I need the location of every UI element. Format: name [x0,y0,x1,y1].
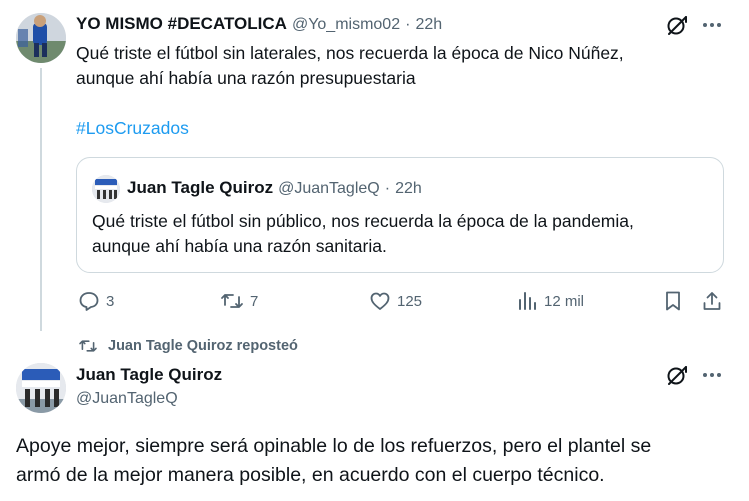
quote-author-handle[interactable]: @JuanTagleQ [278,180,380,198]
quote-timestamp[interactable]: 22h [395,180,422,198]
bookmark-icon [666,291,680,311]
quote-avatar[interactable] [92,175,120,203]
avatar[interactable] [16,13,66,63]
author-handle[interactable]: @JuanTagleQ [76,390,178,408]
repost-indicator: Juan Tagle Quiroz reposteó [78,338,298,354]
quote-text-line: Qué triste el fútbol sin público, nos re… [92,211,634,231]
more-button[interactable] [700,365,724,385]
quoted-tweet[interactable]: Juan Tagle Quiroz @JuanTagleQ · 22h Qué … [76,157,724,273]
quote-text-line: aunque ahí había una razón sanitaria. [92,236,387,256]
quote-text: Qué triste el fútbol sin público, nos re… [92,209,717,259]
views-count: 12 mil [544,292,585,310]
grok-button[interactable] [665,13,689,37]
avatar-image [16,363,66,413]
avatar-image [92,175,120,203]
tweet-text-line: aunque ahí había una razón presupuestari… [76,68,416,88]
more-button[interactable] [700,15,724,35]
author-name[interactable]: Juan Tagle Quiroz [76,365,222,385]
hashtag-link[interactable]: #LosCruzados [76,118,189,139]
views-icon [519,292,536,310]
author-name[interactable]: YO MISMO #DECATOLICA [76,14,287,34]
tweet-header: YO MISMO #DECATOLICA @Yo_mismo02 · 22h [76,14,442,34]
tweet-text-line: Qué triste el fútbol sin laterales, nos … [76,43,624,63]
quote-author-name[interactable]: Juan Tagle Quiroz [127,178,273,198]
grok-icon [667,16,687,35]
dot-separator: · [405,16,411,33]
bookmark-button[interactable] [663,290,683,317]
author-handle[interactable]: @Yo_mismo02 [292,16,400,34]
more-icon [703,23,721,27]
tweet-text: Qué triste el fútbol sin laterales, nos … [76,41,736,91]
more-icon [703,373,721,377]
tweet-text-line: armó de la mejor manera posible, en acue… [16,464,605,486]
repost-icon [79,340,97,352]
like-icon [370,292,390,310]
reply-button[interactable]: 3 [78,290,114,312]
reply-icon [79,292,99,311]
repost-count: 7 [250,292,259,310]
tweet-text: Apoye mejor, siempre será opinable lo de… [16,432,741,490]
avatar[interactable] [16,363,66,413]
like-button[interactable]: 125 [369,290,422,312]
timestamp[interactable]: 22h [415,16,442,34]
repost-icon [221,294,243,308]
grok-icon [667,366,687,385]
grok-button[interactable] [665,363,689,387]
views-button[interactable]: 12 mil [516,290,584,312]
dot-separator: · [384,180,391,197]
share-icon [703,292,721,310]
quote-header: Juan Tagle Quiroz @JuanTagleQ · 22h [127,178,422,198]
repost-button[interactable]: 7 [220,290,258,312]
tweet-text-line: Apoye mejor, siempre será opinable lo de… [16,435,652,457]
like-count: 125 [397,292,423,310]
reply-count: 3 [106,292,115,310]
share-button[interactable] [701,290,723,317]
avatar-image [16,13,66,63]
repost-label[interactable]: Juan Tagle Quiroz reposteó [108,338,298,354]
thread-line [40,68,42,331]
